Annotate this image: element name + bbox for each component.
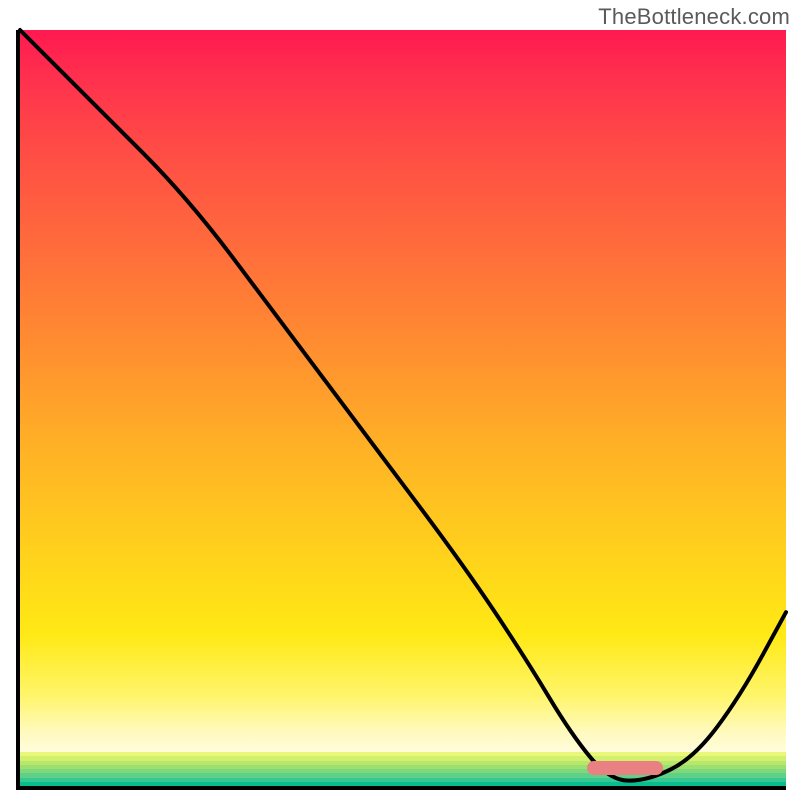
chart-container: TheBottleneck.com bbox=[0, 0, 800, 800]
curve-path bbox=[20, 30, 786, 781]
optimal-range-marker bbox=[587, 761, 664, 775]
watermark-text: TheBottleneck.com bbox=[598, 4, 790, 30]
bottleneck-curve bbox=[20, 30, 786, 796]
plot-area bbox=[16, 30, 786, 790]
